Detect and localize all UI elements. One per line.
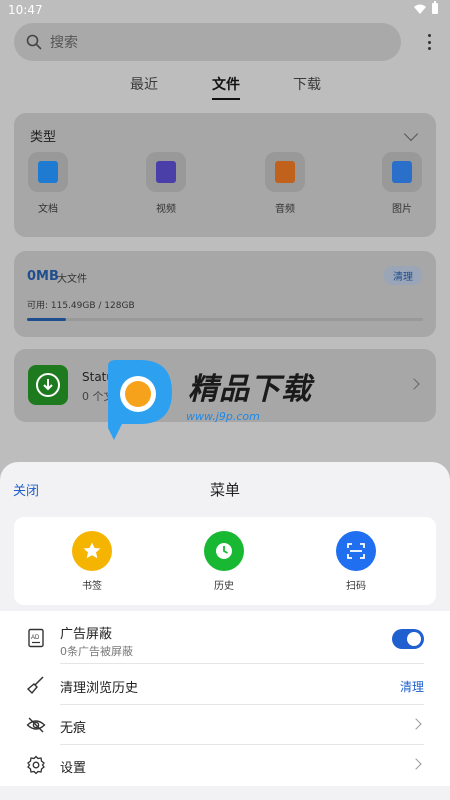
ad-block-toggle[interactable] bbox=[392, 629, 424, 649]
storage-progress-bar bbox=[27, 318, 423, 321]
incognito-label: 无痕 bbox=[60, 721, 87, 736]
sheet-title: 菜单 bbox=[209, 481, 240, 499]
audio-icon bbox=[275, 161, 295, 183]
storage-size: 0MB bbox=[27, 269, 59, 284]
category-label: 图片 bbox=[392, 204, 412, 215]
eye-off-icon bbox=[26, 717, 46, 733]
search-icon bbox=[26, 34, 42, 50]
category-video[interactable]: 视频 bbox=[144, 152, 188, 215]
category-label: 音频 bbox=[275, 204, 295, 215]
ad-block-label: 广告屏蔽 bbox=[60, 627, 113, 642]
category-images[interactable]: 图片 bbox=[380, 152, 424, 215]
menu-sheet: 关闭 菜单 书签 历史 扫码 AD 广告屏蔽 0条广告被屏蔽 清理浏览历史 清理… bbox=[0, 462, 450, 800]
storage-available: 可用: 115.49GB / 128GB bbox=[27, 301, 135, 311]
bookmarks-button[interactable]: 书签 bbox=[62, 531, 122, 592]
watermark-logo-icon bbox=[108, 360, 172, 440]
watermark-url: www.j9p.com bbox=[186, 410, 260, 423]
scan-icon bbox=[336, 531, 376, 571]
big-files-label: 大文件 bbox=[57, 274, 87, 285]
quick-actions: 书签 历史 扫码 bbox=[14, 517, 436, 605]
watermark-text: 精品下载 bbox=[188, 372, 312, 407]
menu-item-settings[interactable]: 设置 bbox=[0, 745, 450, 785]
ad-block-icon: AD bbox=[28, 628, 44, 648]
settings-label: 设置 bbox=[60, 761, 87, 776]
watermark: 精品下载 www.j9p.com bbox=[100, 358, 360, 442]
video-icon bbox=[156, 161, 176, 183]
wifi-icon bbox=[414, 4, 426, 14]
status-bar: 10:47 bbox=[0, 0, 450, 20]
type-card: 类型 文档 视频 音频 图片 bbox=[14, 113, 436, 237]
type-card-title: 类型 bbox=[30, 130, 57, 145]
history-button[interactable]: 历史 bbox=[194, 531, 254, 592]
chevron-right-icon bbox=[410, 758, 422, 770]
storage-card[interactable]: 0MB 大文件 清理 可用: 115.49GB / 128GB bbox=[14, 251, 436, 337]
menu-item-clear-history[interactable]: 清理浏览历史 清理 bbox=[0, 665, 450, 705]
scan-button[interactable]: 扫码 bbox=[326, 531, 386, 592]
tab-recent[interactable]: 最近 bbox=[130, 74, 158, 94]
status-icons bbox=[414, 1, 438, 14]
bookmarks-label: 书签 bbox=[82, 581, 102, 592]
svg-text:AD: AD bbox=[31, 635, 40, 641]
clear-history-button[interactable]: 清理 bbox=[400, 678, 424, 695]
menu-item-ad-block[interactable]: AD 广告屏蔽 0条广告被屏蔽 bbox=[0, 611, 450, 664]
tab-downloads[interactable]: 下载 bbox=[293, 74, 321, 94]
document-icon bbox=[38, 161, 58, 183]
more-options-icon[interactable] bbox=[428, 34, 432, 50]
storage-progress-fill bbox=[27, 318, 66, 321]
chevron-right-icon bbox=[410, 718, 422, 730]
category-label: 视频 bbox=[156, 204, 176, 215]
clear-history-label: 清理浏览历史 bbox=[60, 681, 139, 696]
chevron-right-icon bbox=[408, 378, 420, 390]
top-tabs: 最近 文件 下载 bbox=[0, 74, 450, 104]
search-bar[interactable]: 搜索 bbox=[14, 23, 401, 61]
whatsapp-download-icon bbox=[28, 365, 68, 405]
menu-item-incognito[interactable]: 无痕 bbox=[0, 705, 450, 745]
clock-icon bbox=[204, 531, 244, 571]
scan-label: 扫码 bbox=[346, 581, 366, 592]
search-placeholder: 搜索 bbox=[50, 35, 78, 51]
chevron-down-icon[interactable] bbox=[403, 126, 419, 142]
clean-button[interactable]: 清理 bbox=[384, 266, 422, 285]
history-label: 历史 bbox=[214, 581, 234, 592]
category-audio[interactable]: 音频 bbox=[263, 152, 307, 215]
status-time: 10:47 bbox=[8, 3, 43, 17]
tab-files[interactable]: 文件 bbox=[212, 74, 240, 100]
broom-icon bbox=[26, 676, 44, 695]
star-icon bbox=[72, 531, 112, 571]
image-icon bbox=[392, 161, 412, 183]
gear-icon bbox=[27, 755, 45, 775]
divider bbox=[60, 663, 424, 664]
menu-list: AD 广告屏蔽 0条广告被屏蔽 清理浏览历史 清理 无痕 设置 bbox=[0, 611, 450, 786]
category-documents[interactable]: 文档 bbox=[26, 152, 70, 215]
category-label: 文档 bbox=[38, 204, 58, 215]
ad-block-count: 0条广告被屏蔽 bbox=[60, 645, 133, 658]
battery-icon bbox=[432, 1, 438, 14]
